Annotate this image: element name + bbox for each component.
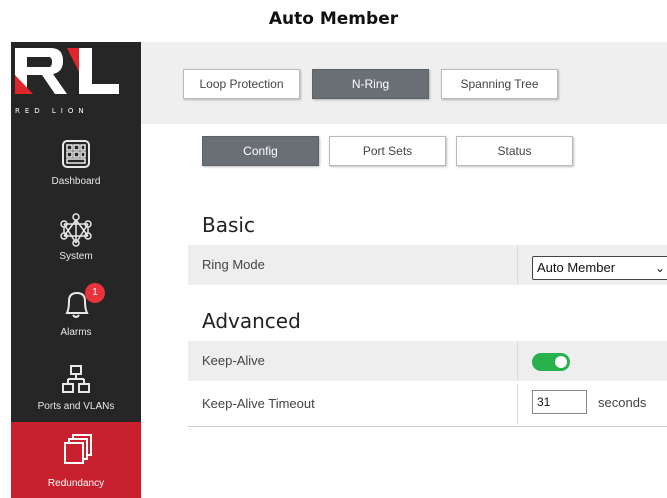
section-title-advanced: Advanced [202,309,301,333]
column-divider [517,384,518,424]
sidebar-item-dashboard[interactable]: Dashboard [11,130,141,204]
dashboard-grid-icon [62,140,90,168]
tab-n-ring[interactable]: N-Ring [312,69,429,99]
sidebar: RED LION Dashboard System 1 Alarms Ports… [11,42,141,498]
network-hub-icon [60,213,92,247]
toggle-knob [555,356,567,368]
ring-mode-select[interactable]: Auto Member ⌄ [532,256,667,280]
section-title-basic: Basic [202,213,255,237]
ring-mode-value: Auto Member [537,260,616,275]
alarm-count-badge: 1 [85,283,105,303]
subtab-port-sets[interactable]: Port Sets [329,136,446,166]
sidebar-item-label: Redundancy [47,478,105,489]
red-lion-logo: RED LION [11,42,141,115]
sidebar-item-system[interactable]: System [11,205,141,279]
keep-alive-row: Keep-Alive [188,341,667,381]
tab-loop-protection[interactable]: Loop Protection [183,69,300,99]
keep-alive-timeout-input[interactable]: 31 [532,390,587,414]
stacked-windows-icon [64,434,92,464]
keep-alive-toggle[interactable] [532,353,570,371]
subtab-status[interactable]: Status [456,136,573,166]
logo-wordmark: RED LION [15,107,89,115]
sidebar-item-label: Ports and VLANs [37,401,115,412]
tab-spanning-tree[interactable]: Spanning Tree [441,69,558,99]
keep-alive-timeout-label: Keep-Alive Timeout [202,396,315,411]
sidebar-item-alarms[interactable]: 1 Alarms [11,279,141,353]
sidebar-item-label: Alarms [60,327,92,338]
main-content: Loop Protection N-Ring Spanning Tree Con… [141,42,667,498]
top-tab-bar: Loop Protection N-Ring Spanning Tree [141,42,667,124]
network-tree-icon [62,365,90,393]
red-lion-logo-mark [15,48,119,94]
column-divider [517,341,518,381]
keep-alive-timeout-row: Keep-Alive Timeout [188,384,667,424]
subtab-config[interactable]: Config [202,136,319,166]
image-caption: Auto Member [268,9,399,29]
timeout-unit-label: seconds [598,395,647,410]
table-bottom-divider [188,426,667,427]
sidebar-item-ports-and-vlans[interactable]: Ports and VLANs [11,354,141,428]
column-divider [517,245,518,285]
sidebar-item-label: Dashboard [51,176,101,187]
sidebar-item-redundancy[interactable]: Redundancy [11,422,141,498]
sidebar-item-label: System [59,251,93,262]
ring-mode-label: Ring Mode [202,257,265,272]
keep-alive-label: Keep-Alive [202,353,265,368]
chevron-down-icon: ⌄ [654,261,665,275]
